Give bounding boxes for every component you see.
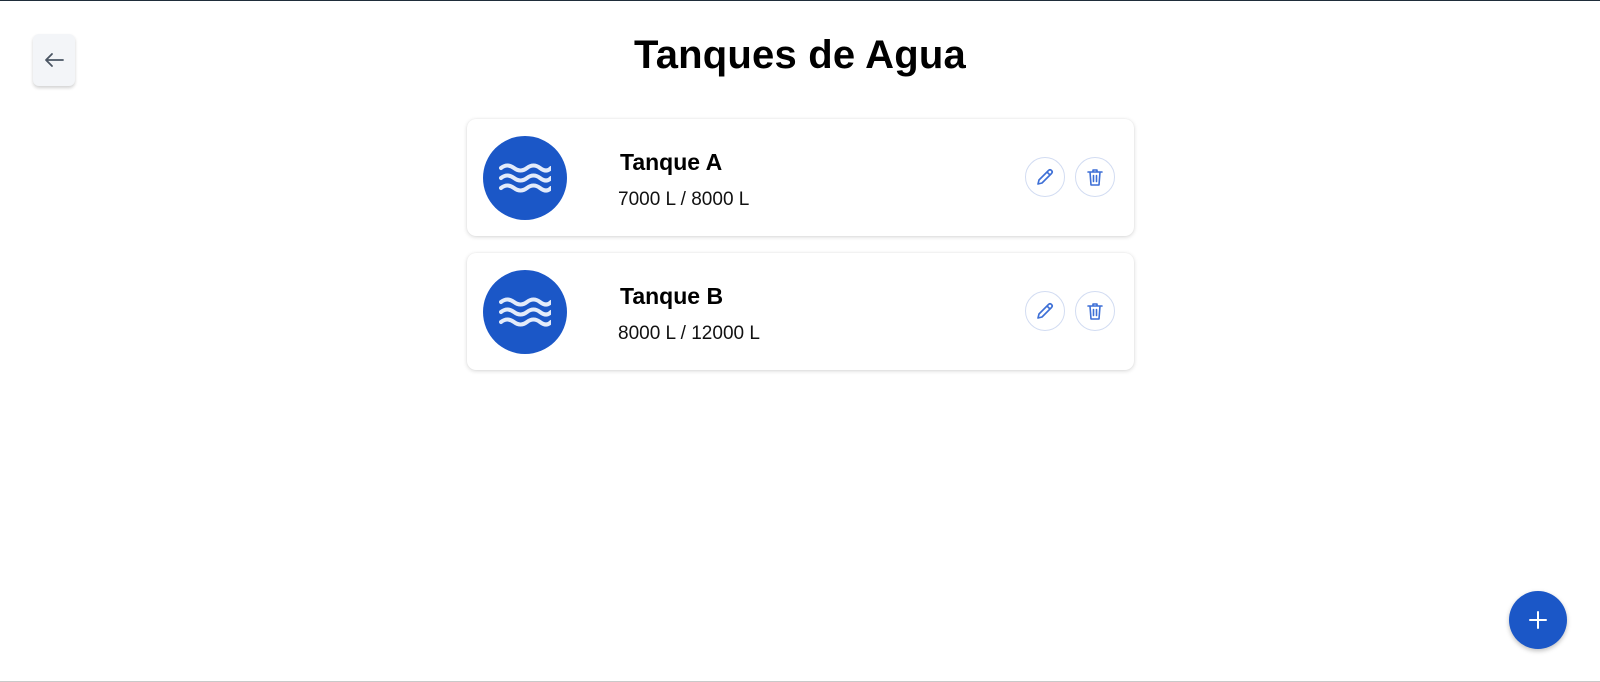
tank-volume: 7000 L / 8000 L <box>618 189 750 210</box>
tank-avatar <box>483 270 567 354</box>
water-waves-icon <box>499 297 551 327</box>
trash-icon <box>1085 301 1105 321</box>
tank-card[interactable]: Tanque B 8000 L / 12000 L <box>467 253 1134 370</box>
tank-list-page: Tanques de Agua Tanque A 7000 L / 8000 L <box>0 0 1600 682</box>
edit-tank-button[interactable] <box>1025 291 1065 331</box>
edit-tank-button[interactable] <box>1025 157 1065 197</box>
tank-name: Tanque A <box>620 149 723 175</box>
pencil-icon <box>1035 301 1055 321</box>
tank-name: Tanque B <box>620 283 724 309</box>
tank-volume: 8000 L / 12000 L <box>618 323 760 344</box>
add-tank-button[interactable] <box>1509 591 1567 649</box>
plus-icon <box>1528 610 1548 630</box>
delete-tank-button[interactable] <box>1075 291 1115 331</box>
water-waves-icon <box>499 163 551 193</box>
pencil-icon <box>1035 167 1055 187</box>
tank-list: Tanque A 7000 L / 8000 L Tanque B 8000 L… <box>467 119 1134 387</box>
trash-icon <box>1085 167 1105 187</box>
tank-card[interactable]: Tanque A 7000 L / 8000 L <box>467 119 1134 236</box>
delete-tank-button[interactable] <box>1075 157 1115 197</box>
tank-avatar <box>483 136 567 220</box>
page-title: Tanques de Agua <box>634 33 966 77</box>
